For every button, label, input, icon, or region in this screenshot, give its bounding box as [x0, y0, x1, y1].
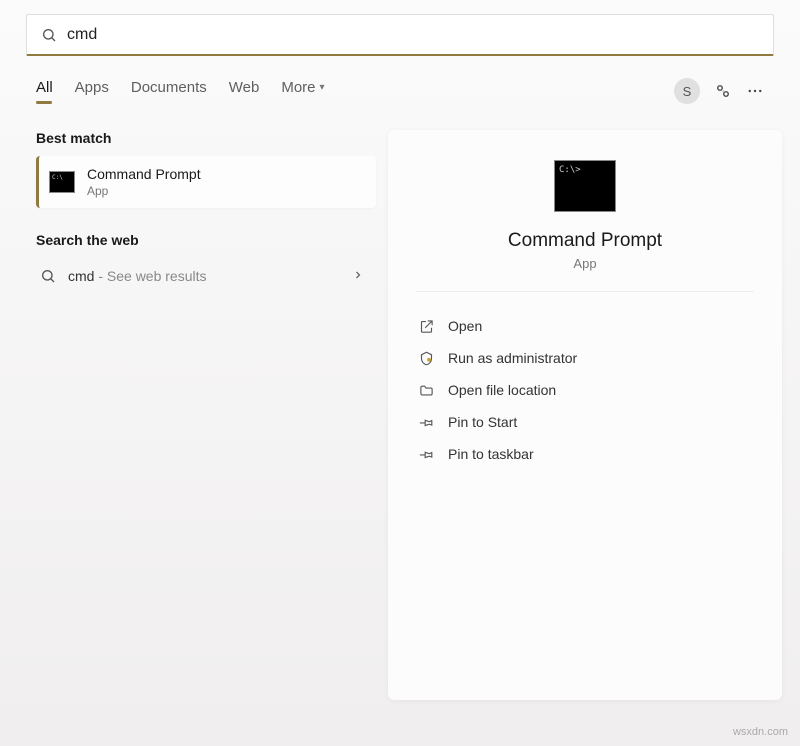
pin-icon	[418, 415, 434, 430]
chevron-right-icon	[352, 268, 364, 284]
action-open[interactable]: Open	[416, 310, 754, 342]
folder-icon	[418, 383, 434, 398]
action-label: Run as administrator	[448, 350, 577, 366]
search-settings-icon[interactable]	[714, 82, 732, 100]
action-label: Open file location	[448, 382, 556, 398]
web-result-item[interactable]: cmd - See web results	[36, 258, 376, 294]
tab-web[interactable]: Web	[229, 79, 260, 104]
user-avatar[interactable]: S	[674, 78, 700, 104]
search-bar[interactable]	[26, 14, 774, 56]
filter-tabs: All Apps Documents Web More ▾	[36, 79, 325, 104]
search-input[interactable]	[67, 26, 759, 44]
watermark: wsxdn.com	[733, 726, 788, 738]
tab-all[interactable]: All	[36, 79, 53, 104]
action-pin-to-start[interactable]: Pin to Start	[416, 406, 754, 438]
pin-icon	[418, 447, 434, 462]
detail-title: Command Prompt	[416, 230, 754, 252]
action-run-as-admin[interactable]: Run as administrator	[416, 342, 754, 374]
shield-icon	[418, 351, 434, 366]
action-label: Pin to Start	[448, 414, 517, 430]
best-match-result[interactable]: Command Prompt App	[36, 156, 376, 208]
detail-subtitle: App	[416, 256, 754, 271]
chevron-down-icon: ▾	[320, 82, 325, 93]
search-icon	[41, 27, 57, 43]
open-icon	[418, 319, 434, 334]
action-pin-to-taskbar[interactable]: Pin to taskbar	[416, 438, 754, 470]
tab-apps[interactable]: Apps	[75, 79, 109, 104]
tab-documents[interactable]: Documents	[131, 79, 207, 104]
action-label: Open	[448, 318, 482, 334]
search-web-heading: Search the web	[36, 232, 376, 248]
best-match-heading: Best match	[36, 130, 376, 146]
search-icon	[40, 268, 56, 284]
action-label: Pin to taskbar	[448, 446, 534, 462]
command-prompt-icon-large	[554, 160, 616, 212]
command-prompt-icon	[49, 171, 75, 193]
web-result-label: cmd - See web results	[68, 268, 340, 284]
detail-panel: Command Prompt App Open Run as administr…	[388, 130, 782, 700]
action-open-file-location[interactable]: Open file location	[416, 374, 754, 406]
more-options-icon[interactable]	[746, 82, 764, 100]
best-match-subtitle: App	[87, 184, 201, 198]
tab-more[interactable]: More ▾	[281, 79, 324, 104]
best-match-title: Command Prompt	[87, 166, 201, 182]
